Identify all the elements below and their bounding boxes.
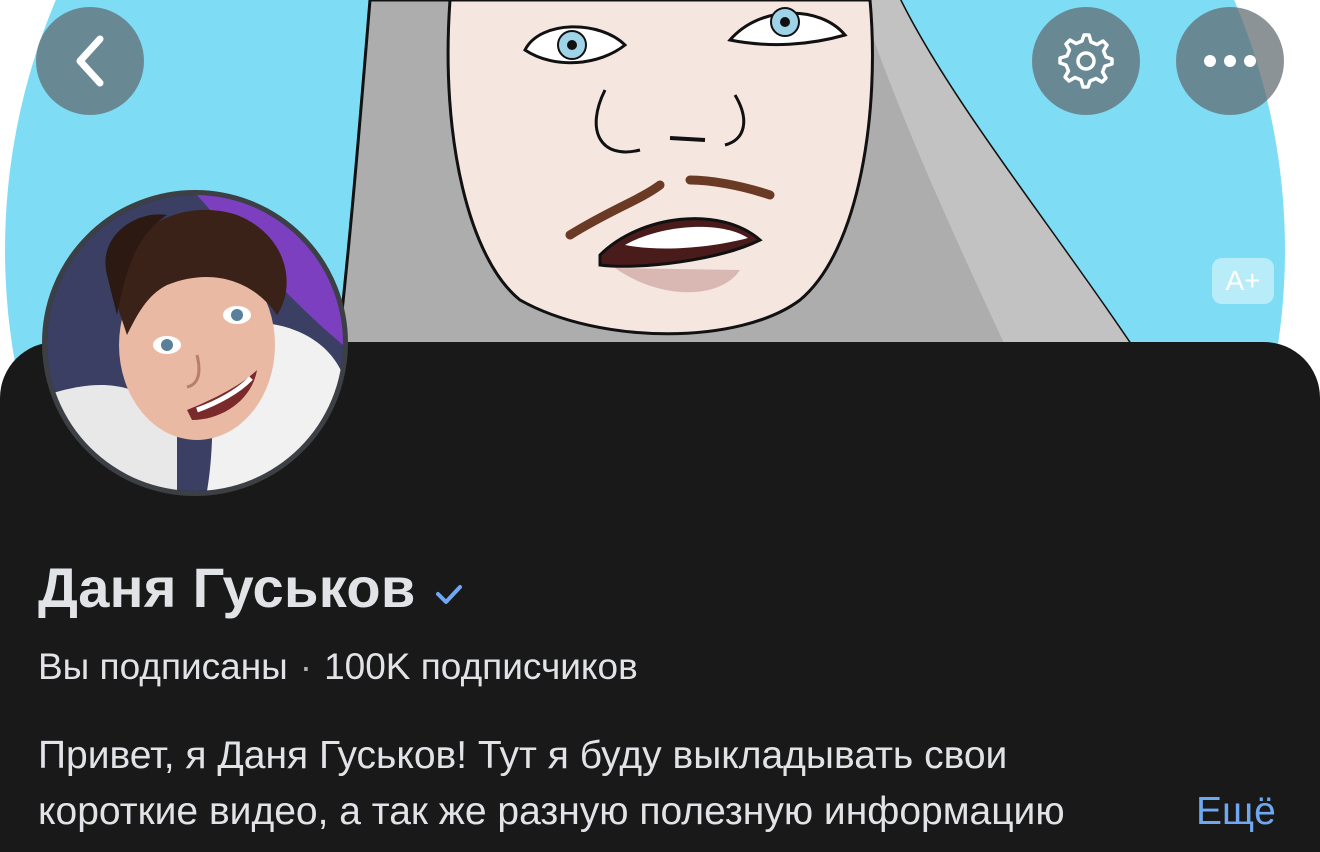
bio-line-2: короткие видео, а так же разную полезную… [38,790,1065,833]
gear-icon [1058,33,1114,89]
chevron-left-icon [76,35,104,87]
subscribers-count[interactable]: 100K подписчиков [324,646,638,688]
ellipsis-icon [1204,55,1256,67]
more-button[interactable] [1176,7,1284,115]
bio-more-link[interactable]: Ещё [1196,784,1276,840]
back-button[interactable] [36,7,144,115]
profile-name-row: Даня Гуськов [38,552,464,622]
subscription-status[interactable]: Вы подписаны [38,646,288,688]
subscription-info: Вы подписаны · 100K подписчиков [38,646,638,688]
avatar-photo [47,195,343,491]
profile-name: Даня Гуськов [38,555,416,619]
settings-button[interactable] [1032,7,1140,115]
separator-dot: · [299,646,313,687]
font-size-badge[interactable]: A+ [1212,258,1274,304]
profile-bio: Привет, я Даня Гуськов! Тут я буду выкла… [38,728,1188,840]
avatar[interactable] [42,190,348,496]
bio-line-1: Привет, я Даня Гуськов! Тут я буду выкла… [38,734,1008,777]
verified-icon [435,585,462,604]
